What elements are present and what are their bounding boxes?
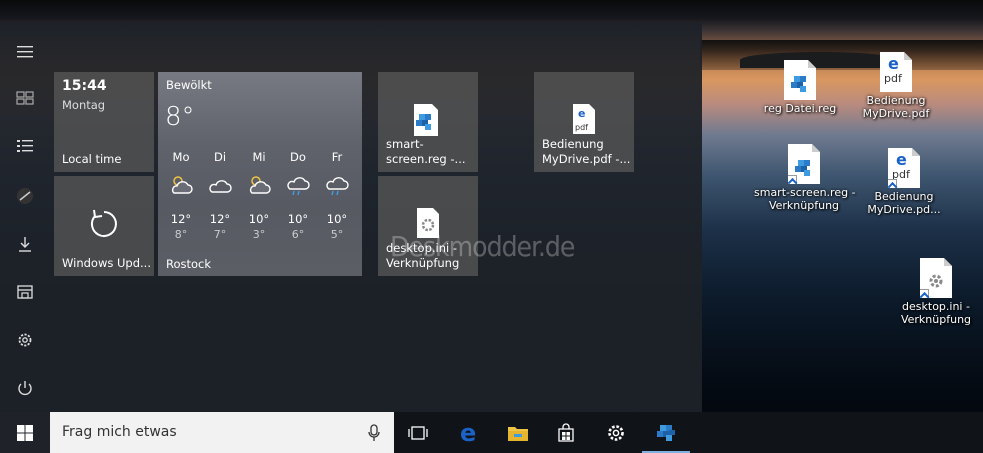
- desktop-icon-label: Bedienung MyDrive.pdf: [862, 94, 930, 120]
- microphone-icon[interactable]: [368, 424, 380, 442]
- reg-file-icon: [414, 104, 438, 136]
- tiles-grid-icon: [16, 91, 34, 105]
- gear-icon: [608, 424, 624, 441]
- cortana-search-box[interactable]: Frag mich etwas: [50, 412, 394, 453]
- all-apps-button[interactable]: [0, 124, 50, 168]
- file-explorer-button[interactable]: [0, 270, 50, 314]
- tile-smart-screen-reg[interactable]: smart- screen.reg -...: [378, 72, 478, 172]
- weather-condition: Bewölkt: [166, 78, 212, 92]
- svg-text:e: e: [578, 107, 585, 120]
- desktop-icon-label: desktop.ini - Verknüpfung: [900, 300, 972, 326]
- store-icon: [558, 422, 574, 442]
- downloads-button[interactable]: [0, 222, 50, 266]
- user-avatar-icon: [17, 188, 33, 204]
- list-icon: [17, 140, 33, 152]
- clock-time: 15:44: [62, 78, 107, 94]
- svg-text:pdf: pdf: [575, 123, 588, 132]
- gear-icon: [18, 333, 32, 347]
- search-placeholder: Frag mich etwas: [62, 424, 177, 440]
- tile-label: Windows Upd...: [62, 256, 151, 270]
- pdf-icon: e pdf: [888, 148, 920, 188]
- tile-weather[interactable]: Bewölkt 8° Mo 12° 8° Di 12° 7° Mi 10° 3°…: [158, 72, 362, 276]
- windows-logo-icon: [17, 424, 33, 441]
- desktop-icon-desktop-ini[interactable]: desktop.ini - Verknüpfung: [886, 258, 983, 326]
- sun-cloud-icon: [171, 176, 193, 194]
- watermark: Deskmodder.de: [390, 230, 575, 263]
- reg-file-icon: [788, 144, 820, 184]
- rain-cloud-icon: [326, 177, 349, 196]
- regedit-taskbar-button[interactable]: [642, 412, 690, 453]
- rain-cloud-icon: [287, 177, 310, 196]
- start-menu: 15:44 Montag Local time Windows Upd... B…: [0, 22, 702, 412]
- tile-bedienung-pdf[interactable]: e pdf Bedienung MyDrive.pdf -...: [534, 72, 634, 172]
- tile-label: Local time: [62, 152, 122, 166]
- taskbar: Frag mich etwas e: [0, 412, 983, 453]
- edge-icon: e: [460, 422, 476, 444]
- power-icon: [18, 381, 32, 396]
- desktop-icon-bedienung-pdf[interactable]: e pdf Bedienung MyDrive.pdf: [846, 52, 946, 120]
- user-avatar-button[interactable]: [0, 174, 50, 218]
- task-view-button[interactable]: [394, 412, 442, 453]
- settings-taskbar-button[interactable]: [592, 412, 640, 453]
- desktop-icon-label: Bedienung MyDrive.pd...: [867, 190, 941, 216]
- tile-windows-update[interactable]: Windows Upd...: [54, 176, 154, 276]
- start-rail: [0, 22, 50, 412]
- reg-file-icon: [784, 60, 816, 100]
- power-button[interactable]: [0, 366, 50, 410]
- shortcut-arrow-icon: [920, 289, 929, 298]
- file-explorer-taskbar-button[interactable]: [494, 412, 542, 453]
- pdf-icon: e pdf: [880, 52, 912, 92]
- desktop-icon-label: smart-screen.reg - Verknüpfung: [754, 186, 856, 212]
- hamburger-icon: [17, 46, 33, 58]
- tile-label: Bedienung MyDrive.pdf -...: [542, 137, 631, 166]
- tile-label: smart- screen.reg -...: [386, 137, 466, 166]
- task-view-icon: [408, 425, 428, 440]
- download-icon: [19, 237, 31, 252]
- cloud-icon: [209, 180, 232, 193]
- settings-button[interactable]: [0, 318, 50, 362]
- pdf-icon: e pdf: [573, 104, 595, 134]
- desktop-icon-reg-datei[interactable]: reg Datei.reg: [750, 60, 850, 115]
- refresh-icon: [90, 209, 117, 237]
- start-button[interactable]: [0, 412, 50, 453]
- desktop-icon-smart-screen-reg[interactable]: smart-screen.reg - Verknüpfung: [754, 144, 856, 212]
- weather-temperature: 8°: [165, 102, 195, 132]
- sun-cloud-icon: [249, 176, 271, 194]
- desktop-icon-bedienung-pdf-shortcut[interactable]: e pdf Bedienung MyDrive.pd...: [854, 148, 954, 216]
- registry-editor-icon: [657, 424, 675, 441]
- folder-icon: [17, 285, 33, 299]
- desktop-icon-label: reg Datei.reg: [763, 102, 837, 115]
- folder-icon: [508, 426, 528, 441]
- tiles-view-button[interactable]: [0, 76, 50, 120]
- tile-local-time[interactable]: 15:44 Montag Local time: [54, 72, 154, 172]
- hamburger-menu-button[interactable]: [0, 30, 50, 74]
- clock-day: Montag: [62, 98, 106, 112]
- ini-file-icon: [920, 258, 952, 298]
- shortcut-arrow-icon: [788, 175, 797, 184]
- store-taskbar-button[interactable]: [542, 412, 590, 453]
- shortcut-arrow-icon: [888, 179, 897, 188]
- weather-city: Rostock: [166, 257, 212, 271]
- svg-text:e: e: [460, 422, 476, 444]
- edge-taskbar-button[interactable]: e: [446, 412, 494, 453]
